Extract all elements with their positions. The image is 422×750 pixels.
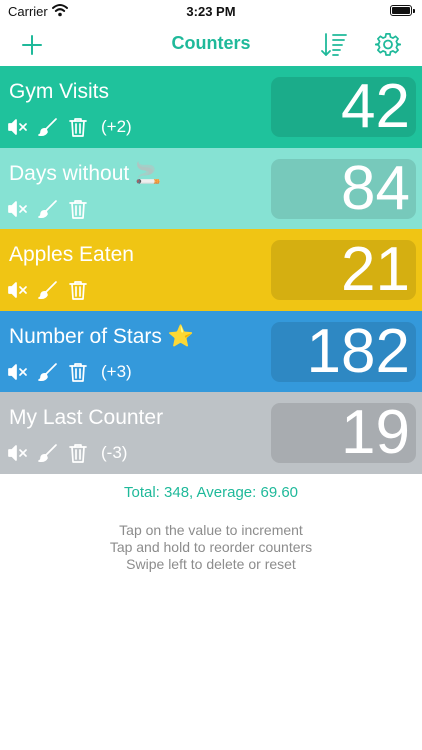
counter-actions	[7, 280, 101, 300]
counter-value-button[interactable]: 21	[271, 235, 416, 304]
mute-icon[interactable]	[7, 117, 29, 137]
trash-icon[interactable]	[67, 362, 89, 382]
status-time: 3:23 PM	[186, 4, 236, 19]
counter-row[interactable]: Apples Eaten 21	[0, 229, 422, 311]
mute-icon[interactable]	[7, 443, 29, 463]
hint-line: Tap and hold to reorder counters	[109, 539, 313, 555]
counter-name: Number of Stars ⭐	[9, 324, 194, 348]
sort-button[interactable]	[317, 28, 351, 62]
sort-icon	[321, 33, 347, 56]
counter-row[interactable]: Days without 🚬 84	[0, 147, 422, 229]
paintbrush-icon[interactable]	[37, 199, 59, 219]
counter-delta: (+3)	[101, 361, 132, 381]
status-bar: Carrier 3:23 PM	[0, 0, 422, 24]
usage-hints: Tap on the value to increment Tap and ho…	[0, 522, 422, 573]
counter-row[interactable]: Number of Stars ⭐ (+3) 182	[0, 310, 422, 392]
mute-icon[interactable]	[7, 280, 29, 300]
counter-value-button[interactable]: 182	[271, 316, 416, 386]
counter-value: 182	[306, 316, 410, 386]
footer: Total: 348, Average: 69.60 Tap on the va…	[0, 484, 422, 573]
counter-actions: (+2)	[7, 117, 132, 137]
counter-actions	[7, 199, 101, 219]
counter-delta: (+2)	[101, 117, 132, 136]
counter-value-button[interactable]: 84	[271, 153, 416, 223]
gear-icon	[375, 33, 401, 56]
counter-name: Apples Eaten	[9, 243, 134, 266]
counter-name: Gym Visits	[9, 80, 109, 103]
mute-icon[interactable]	[7, 199, 29, 219]
counter-list: Gym Visits (+2) 42 Days without 🚬 84 App…	[0, 66, 422, 474]
trash-icon[interactable]	[67, 117, 89, 137]
settings-button[interactable]	[371, 28, 405, 62]
total-summary: Total: 348, Average: 69.60	[123, 484, 299, 501]
counter-name: My Last Counter	[9, 406, 164, 429]
counter-actions: (-3)	[7, 443, 127, 463]
hint-line: Swipe left to delete or reset	[126, 556, 296, 572]
navigation-bar: Counters	[0, 24, 422, 66]
counter-delta: (-3)	[101, 443, 128, 462]
counter-actions: (+3)	[7, 362, 132, 382]
hint-line: Tap on the value to increment	[119, 522, 303, 538]
counter-row[interactable]: My Last Counter (-3) 19	[0, 392, 422, 474]
battery-icon	[390, 5, 415, 16]
counter-name: Days without 🚬	[9, 161, 162, 185]
trash-icon[interactable]	[67, 280, 89, 300]
paintbrush-icon[interactable]	[37, 280, 59, 300]
counter-value: 19	[341, 398, 410, 467]
mute-icon[interactable]	[7, 362, 29, 382]
counter-value: 21	[341, 235, 410, 304]
counter-value-button[interactable]: 42	[271, 72, 416, 141]
counter-value: 84	[341, 153, 410, 223]
paintbrush-icon[interactable]	[37, 443, 59, 463]
counter-value-button[interactable]: 19	[271, 398, 416, 467]
paintbrush-icon[interactable]	[37, 362, 59, 382]
paintbrush-icon[interactable]	[37, 117, 59, 137]
trash-icon[interactable]	[67, 199, 89, 219]
trash-icon[interactable]	[67, 443, 89, 463]
page-title: Counters	[171, 33, 251, 53]
counter-value: 42	[341, 72, 410, 141]
counter-row[interactable]: Gym Visits (+2) 42	[0, 66, 422, 148]
